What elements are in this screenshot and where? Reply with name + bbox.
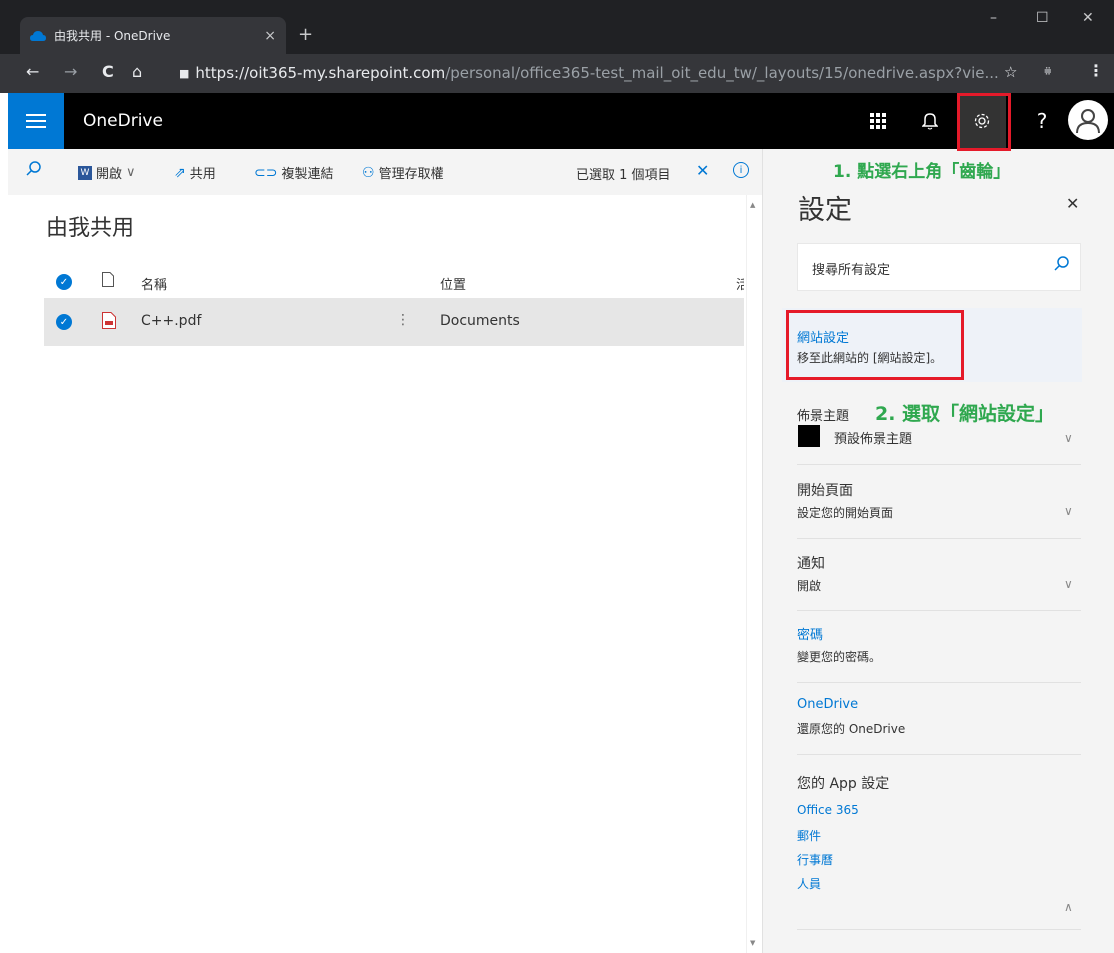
- column-name[interactable]: 名稱: [141, 274, 167, 293]
- selected-count: 已選取 1 個項目: [576, 168, 671, 183]
- select-all-checkbox[interactable]: ✓: [56, 274, 72, 290]
- browser-menu-icon[interactable]: ⋮: [1088, 61, 1104, 80]
- onedrive-link[interactable]: OneDrive: [797, 697, 858, 712]
- file-name[interactable]: C++.pdf: [141, 313, 201, 329]
- file-location: Documents: [440, 313, 520, 329]
- app-link-people[interactable]: 人員: [797, 875, 821, 892]
- table-row[interactable]: ✓ C++.pdf ⋮ Documents: [44, 298, 744, 346]
- info-icon[interactable]: i: [733, 162, 749, 178]
- settings-title: 設定: [798, 195, 852, 226]
- page-title: 由我共用: [46, 216, 135, 241]
- back-icon[interactable]: ←: [26, 62, 39, 81]
- settings-search-placeholder: 搜尋所有設定: [812, 263, 891, 278]
- share-label: 共用: [189, 167, 216, 182]
- apps-chevron-up-icon[interactable]: ∧: [1064, 900, 1073, 914]
- divider: [797, 754, 1081, 755]
- copy-link-label: 複製連結: [281, 167, 334, 182]
- maximize-button[interactable]: ☐: [1036, 10, 1049, 26]
- pdf-icon: [102, 312, 116, 333]
- link-icon: ⊂⊃: [254, 164, 278, 181]
- start-page-chevron-icon[interactable]: ∨: [1064, 504, 1073, 518]
- close-window-button[interactable]: ✕: [1082, 10, 1094, 26]
- theme-desc: 預設佈景主題: [834, 432, 913, 447]
- manage-access-button[interactable]: ⚇ 管理存取權: [362, 163, 444, 183]
- onedrive-cloud-icon: [30, 30, 46, 41]
- copy-link-button[interactable]: ⊂⊃ 複製連結: [254, 163, 334, 183]
- app-link-office365[interactable]: Office 365: [797, 803, 859, 817]
- theme-swatch[interactable]: [798, 425, 820, 447]
- lock-icon: ■: [179, 66, 190, 80]
- share-button[interactable]: ⇗ 共用: [174, 163, 216, 183]
- share-icon: ⇗: [174, 164, 186, 181]
- gear-highlight-box: [957, 93, 1011, 151]
- home-icon[interactable]: ⌂: [132, 62, 142, 81]
- tab-close-icon[interactable]: ×: [264, 28, 276, 44]
- bookmark-star-icon[interactable]: ☆: [1004, 63, 1017, 81]
- avatar[interactable]: [1068, 100, 1108, 140]
- search-icon[interactable]: [26, 161, 42, 177]
- start-page-desc: 設定您的開始頁面: [797, 506, 894, 520]
- deselect-icon[interactable]: ✕: [696, 161, 709, 180]
- browser-tab[interactable]: 由我共用 - OneDrive ×: [20, 17, 286, 54]
- help-icon[interactable]: ?: [1018, 93, 1066, 149]
- open-label: 開啟: [96, 167, 123, 182]
- chevron-down-icon: ∨: [126, 165, 136, 180]
- url-path: /personal/office365-test_mail_oit_edu_tw…: [445, 64, 999, 82]
- column-location[interactable]: 位置: [440, 274, 466, 293]
- settings-close-icon[interactable]: ✕: [1066, 194, 1079, 213]
- divider: [797, 464, 1081, 465]
- address-bar-row: ← → C ⌂ ■ https://oit365-my.sharepoint.c…: [0, 54, 1114, 93]
- extension-icon[interactable]: ⩷: [1044, 63, 1052, 78]
- app-link-mail[interactable]: 郵件: [797, 827, 821, 844]
- site-settings-highlight-box: [786, 310, 964, 380]
- step2-annotation: 2. 選取「網站設定」: [875, 403, 1055, 425]
- nav-menu-button[interactable]: [8, 93, 64, 149]
- list-scrollbar[interactable]: ▲ ▼: [746, 195, 762, 953]
- app-title[interactable]: OneDrive: [83, 111, 163, 131]
- file-type-icon: [102, 272, 114, 291]
- bell-icon[interactable]: [906, 93, 954, 149]
- more-icon[interactable]: ⋮: [396, 312, 410, 328]
- search-icon: [1054, 256, 1070, 276]
- theme-title: 佈景主題: [797, 409, 850, 424]
- suite-bar: OneDrive ?: [8, 93, 1114, 149]
- notify-title: 通知: [797, 556, 825, 572]
- open-button[interactable]: W 開啟 ∨: [78, 163, 136, 182]
- theme-chevron-icon[interactable]: ∨: [1064, 431, 1073, 445]
- list-header: ✓ 名稱 位置 活: [44, 264, 744, 298]
- app-launcher-icon[interactable]: [854, 93, 902, 149]
- forward-icon[interactable]: →: [64, 62, 77, 81]
- minimize-button[interactable]: –: [990, 10, 997, 26]
- column-activity[interactable]: 活: [736, 274, 744, 293]
- divider: [797, 929, 1081, 930]
- notify-chevron-icon[interactable]: ∨: [1064, 577, 1073, 591]
- url-host: https://oit365-my.sharepoint.com: [195, 64, 446, 82]
- browser-tab-bar: 由我共用 - OneDrive × + – ☐ ✕: [0, 0, 1114, 54]
- divider: [797, 538, 1081, 539]
- tab-title: 由我共用 - OneDrive: [54, 29, 171, 43]
- divider: [797, 682, 1081, 683]
- password-link[interactable]: 密碼: [797, 624, 823, 643]
- divider: [797, 610, 1081, 611]
- settings-search-input[interactable]: 搜尋所有設定: [797, 243, 1081, 291]
- url-field[interactable]: ■ https://oit365-my.sharepoint.com/perso…: [163, 58, 1043, 88]
- step1-annotation: 1. 點選右上角「齒輪」: [833, 162, 1011, 182]
- word-icon: W: [78, 165, 92, 180]
- app-settings-title: 您的 App 設定: [797, 776, 890, 792]
- onedrive-desc: 還原您的 OneDrive: [797, 722, 906, 736]
- new-tab-button[interactable]: +: [298, 24, 313, 45]
- reload-icon[interactable]: C: [102, 62, 114, 81]
- people-icon: ⚇: [362, 164, 375, 181]
- manage-access-label: 管理存取權: [378, 167, 444, 182]
- password-desc: 變更您的密碼。: [797, 650, 882, 664]
- app-link-calendar[interactable]: 行事曆: [797, 851, 833, 868]
- notify-desc: 開啟: [797, 579, 822, 593]
- row-checkbox[interactable]: ✓: [56, 314, 72, 330]
- start-page-title: 開始頁面: [797, 483, 853, 499]
- command-bar: W 開啟 ∨ ⇗ 共用 ⊂⊃ 複製連結 ⚇ 管理存取權 已選取 1 個項目 ✕ …: [8, 149, 762, 195]
